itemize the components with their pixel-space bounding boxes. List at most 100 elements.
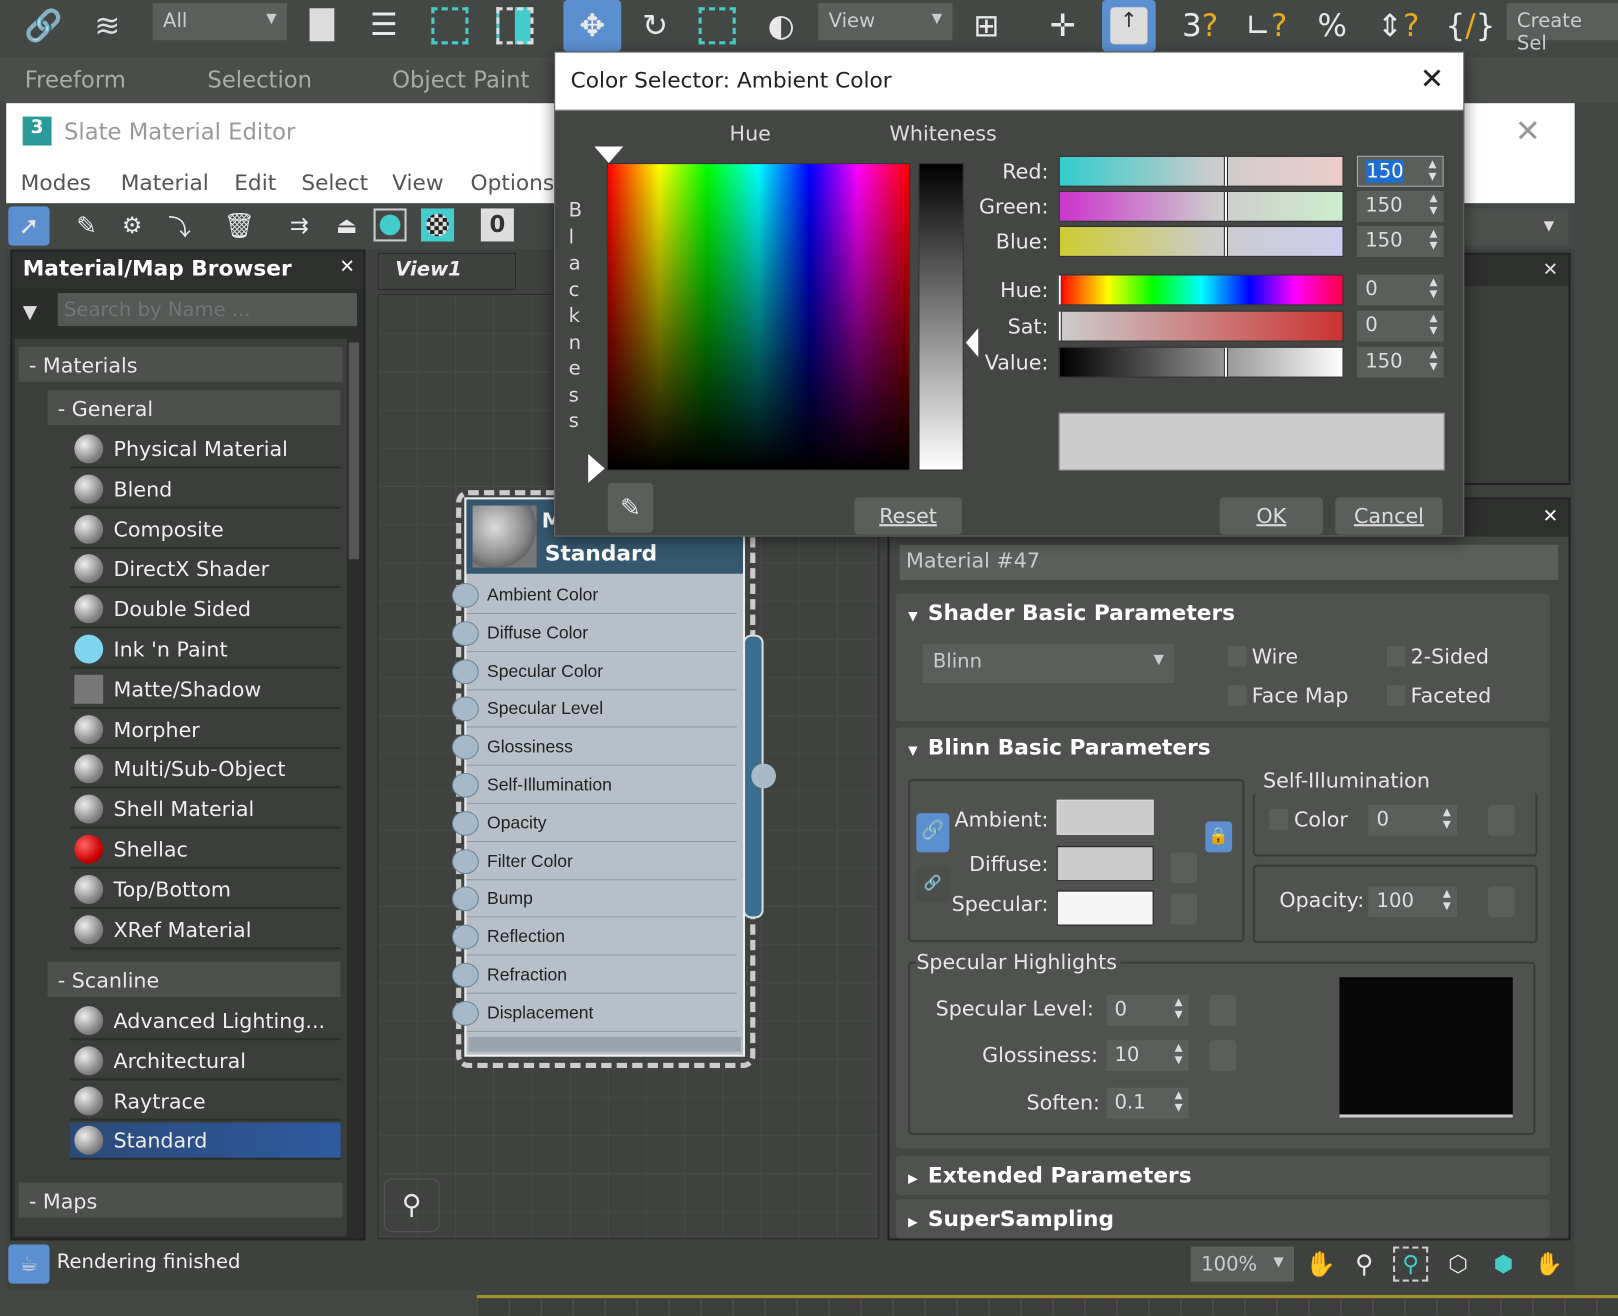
- browser-item[interactable]: DirectX Shader: [70, 551, 341, 589]
- ambient-color-swatch[interactable]: [1056, 799, 1154, 835]
- rect-selection-icon[interactable]: [427, 4, 472, 47]
- keyboard-shortcut-toggle-icon[interactable]: ↑: [1102, 0, 1156, 52]
- sat-slider[interactable]: [1057, 310, 1344, 342]
- view-tab[interactable]: View1: [377, 252, 516, 290]
- group-scanline[interactable]: - Scanline: [47, 961, 341, 997]
- browser-item[interactable]: Double Sided: [70, 591, 341, 629]
- spinner-arrows-icon[interactable]: ▲ ▼: [1429, 193, 1437, 218]
- blue-slider-handle[interactable]: [1224, 227, 1229, 256]
- material-name-field[interactable]: Material #47: [899, 544, 1559, 580]
- eyedropper-icon[interactable]: ✎: [607, 482, 654, 533]
- shader-dropdown[interactable]: Blinn ▼: [922, 643, 1175, 684]
- view-dropdown[interactable]: ▼: [1465, 208, 1569, 246]
- hue-spinner[interactable]: 0 ▲ ▼: [1356, 274, 1444, 306]
- select-object-icon[interactable]: [299, 2, 344, 47]
- self-illum-map-button[interactable]: [1487, 804, 1515, 836]
- ok-button[interactable]: OK: [1219, 497, 1323, 535]
- zoom-extents-icon[interactable]: ⬡: [1441, 1247, 1476, 1282]
- cancel-button[interactable]: Cancel: [1335, 497, 1443, 535]
- glossiness-map-button[interactable]: [1209, 1040, 1237, 1072]
- spinner-arrows-icon[interactable]: ▲ ▼: [1175, 997, 1183, 1022]
- menu-modes[interactable]: Modes: [21, 170, 91, 195]
- snaps-toggle-icon[interactable]: 3?: [1174, 2, 1226, 49]
- node-slot[interactable]: Self-Illumination: [451, 768, 737, 804]
- ambient-diffuse-lock-icon[interactable]: 🔗: [916, 813, 950, 853]
- node-slot[interactable]: Bump: [451, 882, 737, 918]
- input-socket[interactable]: [451, 658, 479, 684]
- blue-slider[interactable]: [1058, 225, 1344, 257]
- node-resize-bar[interactable]: [468, 1037, 741, 1052]
- background-icon[interactable]: [373, 208, 407, 242]
- node-slot[interactable]: Displacement: [451, 996, 737, 1032]
- self-illum-color-checkbox[interactable]: [1269, 809, 1288, 830]
- browser-item[interactable]: Advanced Lighting...: [70, 1003, 341, 1041]
- menu-edit[interactable]: Edit: [234, 170, 276, 195]
- link-icon[interactable]: 🔗: [21, 4, 66, 47]
- faceted-checkbox[interactable]: [1386, 685, 1406, 706]
- render-teapot-icon[interactable]: ☕: [8, 1244, 50, 1284]
- select-and-manipulate-icon[interactable]: ✛: [1038, 2, 1088, 49]
- pan-hand-icon[interactable]: ✋: [1304, 1247, 1337, 1282]
- value-spinner[interactable]: 150 ▲ ▼: [1356, 346, 1444, 378]
- two-sided-checkbox[interactable]: [1386, 645, 1406, 667]
- zoom-extents-selected-icon[interactable]: ⬢: [1486, 1247, 1521, 1282]
- diffuse-specular-lock-icon[interactable]: 🔗: [916, 866, 950, 902]
- select-tool-icon[interactable]: ➚: [8, 206, 50, 246]
- input-socket[interactable]: [451, 848, 479, 874]
- dialog-close-icon[interactable]: ✕: [1420, 62, 1444, 96]
- browser-item[interactable]: Ink 'n Paint: [70, 631, 341, 669]
- node-slot[interactable]: Reflection: [451, 920, 737, 956]
- percent-snap-icon[interactable]: %: [1306, 2, 1358, 49]
- browser-item[interactable]: Blend: [70, 471, 341, 509]
- delete-icon[interactable]: 🗑: [221, 206, 258, 245]
- green-spinner[interactable]: 150 ▲ ▼: [1356, 190, 1444, 222]
- node-slot[interactable]: Filter Color: [451, 844, 737, 880]
- node-slot[interactable]: Specular Color: [451, 654, 737, 690]
- input-socket[interactable]: [451, 696, 479, 722]
- assign-material-icon[interactable]: ⤵: [161, 206, 198, 245]
- spinner-arrows-icon[interactable]: ▲ ▼: [1429, 277, 1437, 302]
- go-to-parent-icon[interactable]: ⏏: [328, 206, 365, 245]
- diffuse-color-swatch[interactable]: [1056, 846, 1154, 882]
- input-socket[interactable]: [451, 772, 479, 798]
- input-socket[interactable]: [451, 1000, 479, 1026]
- input-socket[interactable]: [451, 886, 479, 912]
- ref-coord-dropdown[interactable]: View ▼: [818, 3, 953, 41]
- browser-item[interactable]: Raytrace: [70, 1083, 341, 1121]
- red-slider[interactable]: [1058, 155, 1344, 187]
- hue-blackness-field[interactable]: [606, 163, 911, 471]
- selection-filter-dropdown[interactable]: All ▼: [152, 3, 287, 41]
- named-selection-icon[interactable]: {/}: [1445, 2, 1497, 49]
- input-socket[interactable]: [451, 810, 479, 836]
- specular-color-swatch[interactable]: [1056, 890, 1154, 926]
- zoom-dropdown[interactable]: 100% ▼: [1190, 1246, 1295, 1282]
- browser-item[interactable]: Multi/Sub-Object: [70, 751, 341, 789]
- input-socket[interactable]: [451, 924, 479, 950]
- browser-scrollbar[interactable]: [348, 342, 362, 1237]
- menu-options[interactable]: Options: [471, 170, 555, 195]
- window-close-icon[interactable]: ✕: [1515, 114, 1541, 150]
- hue-slider-handle[interactable]: [1057, 275, 1062, 305]
- diffuse-map-button[interactable]: [1170, 852, 1198, 884]
- spinner-arrows-icon[interactable]: ▲ ▼: [1175, 1042, 1183, 1067]
- node-slot[interactable]: Opacity: [451, 806, 737, 842]
- ribbon-tab-selection[interactable]: Selection: [207, 68, 312, 94]
- scale-icon[interactable]: [693, 2, 740, 49]
- node-slot[interactable]: Diffuse Color: [451, 616, 737, 652]
- spinner-arrows-icon[interactable]: ▲ ▼: [1443, 807, 1451, 832]
- blinn-rollout-title[interactable]: ▼ Blinn Basic Parameters: [908, 735, 1211, 760]
- opacity-spinner[interactable]: 100 ▲ ▼: [1368, 886, 1458, 918]
- extended-rollout-title[interactable]: ▶ Extended Parameters: [908, 1163, 1192, 1188]
- pan-to-selected-icon[interactable]: ✋: [1531, 1247, 1566, 1282]
- spinner-snap-icon[interactable]: ⇕?: [1372, 2, 1424, 49]
- spec-level-spinner[interactable]: 0 ▲ ▼: [1106, 994, 1189, 1026]
- spinner-arrows-icon[interactable]: ▲ ▼: [1429, 228, 1437, 253]
- self-illum-spinner[interactable]: 0 ▲ ▼: [1368, 804, 1458, 836]
- bind-space-warp-icon[interactable]: ≋: [83, 4, 133, 47]
- input-socket[interactable]: [451, 734, 479, 760]
- browser-item[interactable]: Top/Bottom: [70, 871, 341, 909]
- group-general[interactable]: - General: [47, 390, 341, 426]
- node-output-socket[interactable]: [751, 763, 776, 789]
- move-children-icon[interactable]: ⇉: [281, 206, 318, 245]
- timeline[interactable]: [476, 1295, 1618, 1316]
